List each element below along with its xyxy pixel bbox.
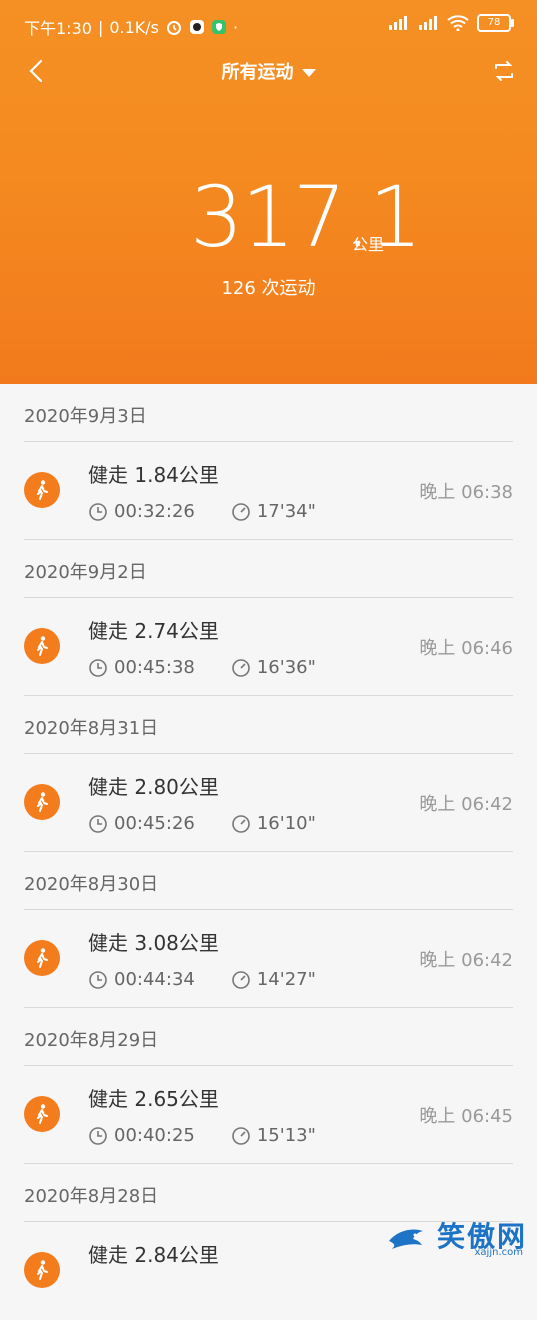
- date-header: 2020年8月31日: [0, 696, 537, 754]
- activity-time: 晚上 06:46: [419, 638, 513, 659]
- activity-time: 晚上 06:45: [419, 1106, 513, 1127]
- activity-title: 健走 1.84公里: [88, 463, 219, 487]
- pace-icon: [232, 658, 250, 677]
- clock-icon: [89, 658, 107, 677]
- walking-icon: [24, 784, 60, 820]
- activity-time: 晚上 06:42: [419, 794, 513, 815]
- switch-view-icon[interactable]: [491, 58, 517, 84]
- date-header: 2020年8月30日: [0, 852, 537, 910]
- shield-notification-icon: [212, 20, 226, 34]
- activity-count: 126 次运动: [221, 278, 316, 299]
- activity-meta: 00:40:25 15'13": [88, 1125, 316, 1146]
- status-time: 下午1:30: [24, 19, 92, 38]
- clock-icon: [89, 814, 107, 833]
- activity-title: 健走 3.08公里: [88, 931, 219, 955]
- activity-pace: 14'27": [256, 969, 316, 990]
- date-header: 2020年8月29日: [0, 1008, 537, 1066]
- activity-duration: 00:45:26: [114, 813, 195, 834]
- app-notification-icon: [190, 20, 204, 34]
- activity-meta: 00:45:38 16'36": [88, 657, 316, 678]
- activity-pace: 17'34": [256, 501, 316, 522]
- activity-duration: 00:32:26: [114, 501, 195, 522]
- alarm-icon: [167, 21, 181, 35]
- activity-title: 健走 2.84公里: [88, 1243, 219, 1267]
- date-label: 2020年8月28日: [24, 1186, 159, 1207]
- date-header: 2020年9月2日: [0, 540, 537, 598]
- battery-level: 78: [487, 17, 501, 28]
- date-label: 2020年9月3日: [24, 406, 147, 427]
- more-notifications-dot: ·: [233, 17, 239, 37]
- activity-time: 晚上 06:38: [419, 482, 513, 503]
- activity-list: 2020年9月3日 健走 1.84公里 00:32:26 17'34" 晚上 0…: [0, 384, 537, 1320]
- battery-icon: 78: [477, 14, 514, 32]
- activity-title: 健走 2.74公里: [88, 619, 219, 643]
- activity-pace: 15'13": [256, 1125, 316, 1146]
- status-separator: |: [97, 17, 104, 37]
- status-bar: 下午1:30 | 0.1K/s · 78: [0, 0, 537, 52]
- date-label: 2020年8月29日: [24, 1030, 159, 1051]
- sport-filter-dropdown[interactable]: 所有运动: [0, 58, 537, 84]
- walking-icon: [24, 1096, 60, 1132]
- date-header: 2020年9月3日: [0, 384, 537, 442]
- activity-time: 晚上 06:42: [419, 950, 513, 971]
- walking-icon: [24, 940, 60, 976]
- date-label: 2020年8月31日: [24, 718, 159, 739]
- signal-icon-2: [419, 16, 437, 30]
- activity-pace: 16'10": [256, 813, 316, 834]
- activity-item[interactable]: 健走 2.65公里 00:40:25 15'13" 晚上 06:45: [0, 1066, 537, 1164]
- pace-icon: [232, 502, 250, 521]
- distance-unit: 公里: [352, 235, 385, 254]
- activity-title: 健走 2.65公里: [88, 1087, 219, 1111]
- wifi-icon: [447, 15, 469, 31]
- summary-header: 下午1:30 | 0.1K/s · 78 所有运动 317.1 公里 126 次…: [0, 0, 537, 384]
- date-label: 2020年9月2日: [24, 562, 147, 583]
- activity-duration: 00:40:25: [114, 1125, 195, 1146]
- walking-icon: [24, 472, 60, 508]
- signal-icon-1: [389, 16, 407, 30]
- pace-icon: [232, 1126, 250, 1145]
- clock-icon: [89, 970, 107, 989]
- pace-icon: [232, 814, 250, 833]
- watermark: 笑傲网 xajjn.com: [385, 1211, 527, 1267]
- activity-item[interactable]: 健走 2.80公里 00:45:26 16'10" 晚上 06:42: [0, 754, 537, 852]
- date-label: 2020年8月30日: [24, 874, 159, 895]
- activity-title: 健走 2.80公里: [88, 775, 219, 799]
- activity-item[interactable]: 健走 1.84公里 00:32:26 17'34" 晚上 06:38: [0, 442, 537, 540]
- activity-duration: 00:44:34: [114, 969, 195, 990]
- walking-icon: [24, 1252, 60, 1288]
- walking-icon: [24, 628, 60, 664]
- watermark-url: xajjn.com: [474, 1247, 523, 1258]
- activity-item[interactable]: 健走 3.08公里 00:44:34 14'27" 晚上 06:42: [0, 910, 537, 1008]
- clock-icon: [89, 1126, 107, 1145]
- pace-icon: [232, 970, 250, 989]
- clock-icon: [89, 502, 107, 521]
- network-speed: 0.1K/s: [109, 17, 159, 37]
- total-distance: 317.1: [190, 168, 422, 266]
- activity-meta: 00:32:26 17'34": [88, 501, 316, 522]
- shark-logo-icon: [389, 1229, 423, 1249]
- page-title: 所有运动: [221, 62, 294, 83]
- chevron-down-icon: [301, 69, 316, 77]
- activity-duration: 00:45:38: [114, 657, 195, 678]
- activity-item[interactable]: 健走 2.74公里 00:45:38 16'36" 晚上 06:46: [0, 598, 537, 696]
- activity-meta: 00:45:26 16'10": [88, 813, 316, 834]
- activity-pace: 16'36": [256, 657, 316, 678]
- activity-meta: 00:44:34 14'27": [88, 969, 316, 990]
